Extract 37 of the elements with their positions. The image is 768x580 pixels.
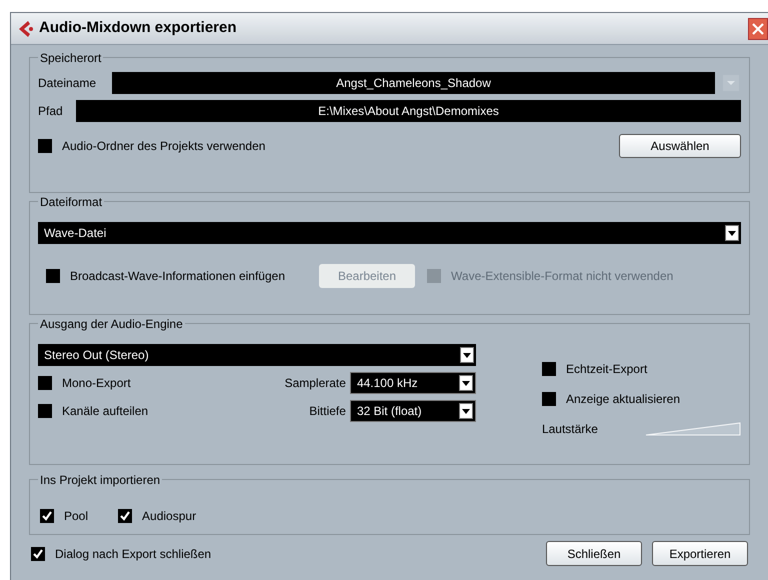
checkbox[interactable] [31, 546, 45, 560]
checkbox-label: Echtzeit-Export [566, 361, 648, 378]
window-title: Audio-Mixdown exportieren [39, 18, 237, 38]
bitdepth-dropdown[interactable]: 32 Bit (float) [350, 400, 476, 422]
field-label: Samplerate [284, 375, 346, 392]
format-dropdown[interactable]: Wave-Datei [38, 222, 741, 244]
field-label: Dateiname [38, 75, 98, 92]
checkbox-label: Pool [64, 508, 88, 525]
checkbox[interactable] [38, 404, 52, 418]
app-logo-icon [19, 20, 33, 36]
checkbox-label: Mono-Export [62, 375, 131, 392]
checkbox-label: Kanäle aufteilen [62, 403, 148, 420]
field-label: Pfad [38, 103, 64, 120]
dialog-button[interactable]: Exportieren [652, 541, 748, 566]
checkbox-label: Anzeige aktualisieren [566, 391, 680, 408]
checkbox[interactable] [38, 376, 52, 390]
samplerate-dropdown[interactable]: 44.100 kHz [350, 372, 476, 394]
dialog-button[interactable]: Schließen [546, 541, 642, 566]
filename-field[interactable]: Angst_Chameleons_Shadow [112, 72, 715, 94]
output-dropdown[interactable]: Stereo Out (Stereo) [38, 344, 476, 366]
checkbox[interactable] [46, 269, 60, 283]
checkbox-label: Audiospur [142, 508, 196, 525]
checkbox-label: Wave-Extensible-Format nicht verwenden [451, 268, 674, 285]
checkbox-label: Dialog nach Export schließen [55, 546, 212, 562]
choose-button[interactable]: Auswählen [619, 134, 741, 158]
checkbox-label: Audio-Ordner des Projekts verwenden [62, 138, 266, 155]
volume-label: Lautstärke [542, 421, 598, 438]
checkbox[interactable] [542, 392, 556, 406]
close-icon [752, 22, 764, 34]
checkbox-label: Broadcast-Wave-Informationen einfügen [70, 268, 286, 285]
close-button[interactable] [748, 18, 768, 40]
path-field[interactable]: E:\Mixes\About Angst\Demomixes [76, 100, 741, 122]
field-label: Bittiefe [309, 403, 346, 420]
checkbox[interactable] [118, 509, 132, 523]
checkbox[interactable] [38, 139, 52, 153]
checkbox[interactable] [40, 509, 54, 523]
checkbox[interactable] [542, 362, 556, 376]
